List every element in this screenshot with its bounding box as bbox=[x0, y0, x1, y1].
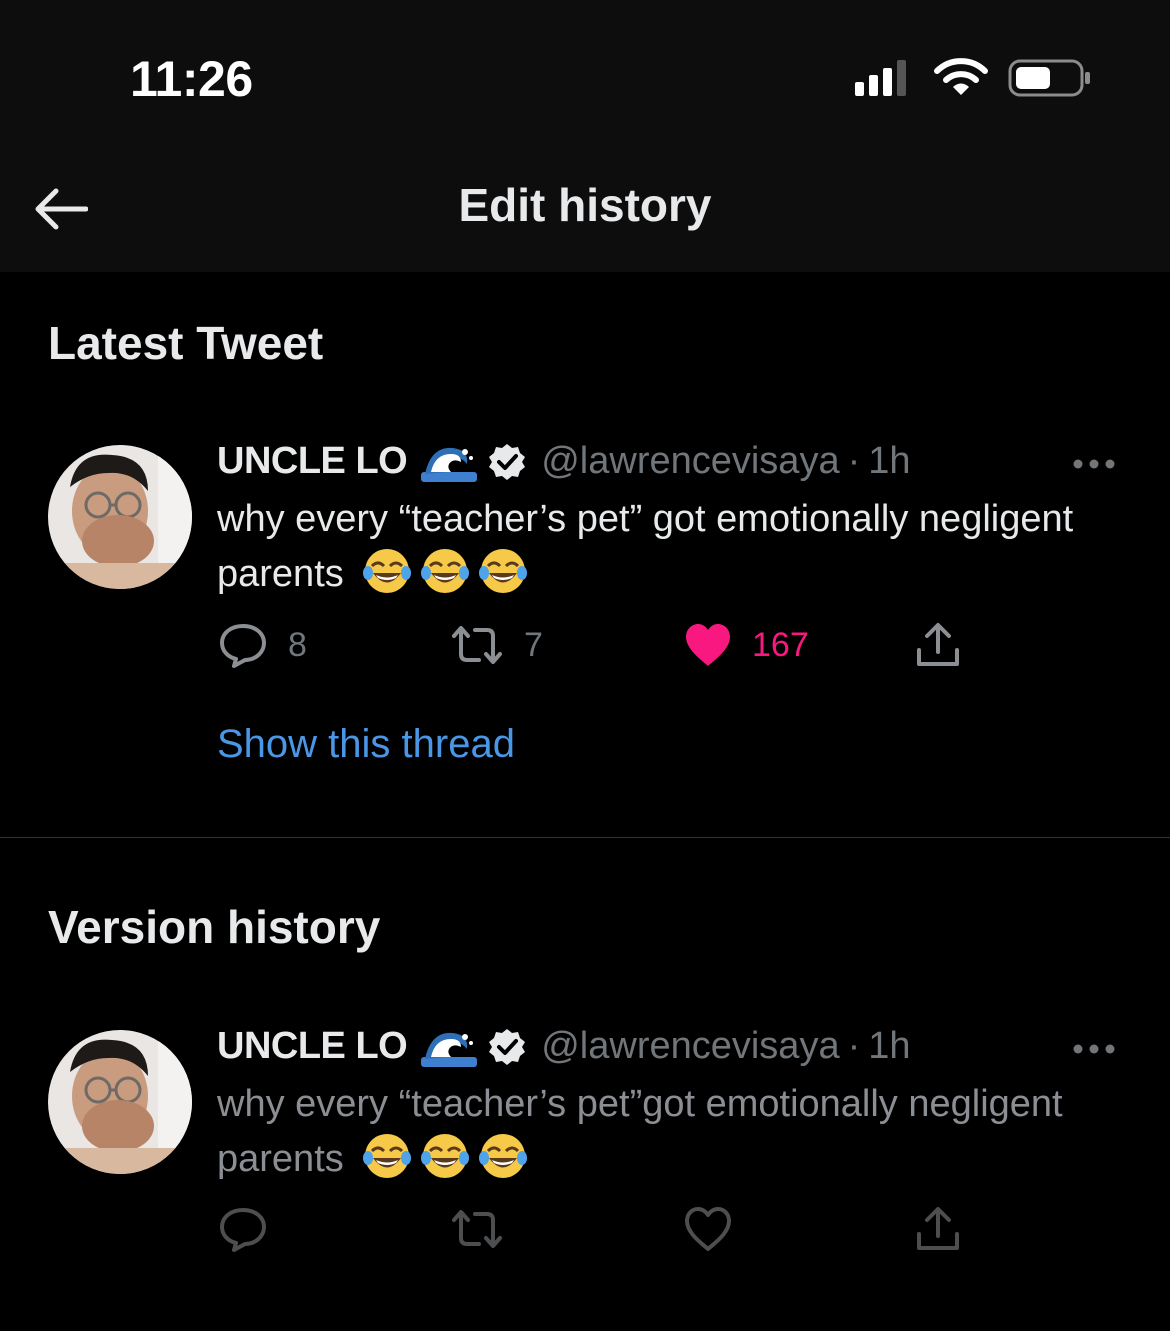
reply-button[interactable]: 8 bbox=[218, 622, 307, 668]
laughing-tears-emoji bbox=[421, 549, 470, 593]
tweet-text-content: why every “teacher’s pet” got emotionall… bbox=[217, 498, 1074, 595]
display-name[interactable]: UNCLE LO bbox=[217, 1025, 408, 1068]
avatar[interactable] bbox=[48, 1030, 192, 1174]
retweet-button[interactable]: 7 bbox=[450, 622, 543, 668]
wave-emoji-icon bbox=[421, 447, 478, 482]
battery-icon bbox=[1008, 59, 1090, 97]
heart-outline-icon bbox=[685, 1207, 731, 1251]
timestamp[interactable]: 1h bbox=[868, 440, 910, 483]
retweet-icon bbox=[452, 1210, 502, 1248]
laughing-tears-emoji bbox=[363, 1134, 412, 1178]
retweet-count: 7 bbox=[524, 625, 543, 664]
avatar-image bbox=[48, 445, 192, 589]
heart-icon bbox=[686, 624, 730, 666]
separator: · bbox=[847, 440, 861, 482]
share-button[interactable] bbox=[914, 622, 962, 668]
verified-badge-icon bbox=[489, 443, 526, 480]
laughing-tears-emoji bbox=[479, 1134, 528, 1178]
tweet-header: UNCLE LO @lawrencevisaya · 1h bbox=[217, 440, 911, 483]
handle[interactable]: @lawrencevisaya bbox=[541, 440, 839, 483]
like-button[interactable]: 167 bbox=[684, 622, 809, 668]
reply-icon bbox=[220, 1208, 266, 1252]
retweet-button[interactable] bbox=[450, 1206, 504, 1252]
like-count: 167 bbox=[752, 625, 809, 664]
more-horizontal-icon[interactable] bbox=[1072, 1043, 1116, 1055]
section-divider bbox=[0, 837, 1170, 838]
avatar-image bbox=[48, 1030, 192, 1174]
tweet-header: UNCLE LO @lawrencevisaya · 1h bbox=[217, 1025, 911, 1068]
reply-count: 8 bbox=[288, 625, 307, 664]
share-icon bbox=[917, 623, 959, 666]
status-time: 11:26 bbox=[130, 51, 253, 107]
version-history-heading: Version history bbox=[48, 901, 381, 953]
tweet-text: why every “teacher’s pet” got emotionall… bbox=[217, 492, 1077, 601]
latest-tweet-heading: Latest Tweet bbox=[48, 317, 324, 369]
more-horizontal-icon[interactable] bbox=[1072, 458, 1116, 470]
reply-button[interactable] bbox=[218, 1206, 268, 1252]
like-button[interactable] bbox=[684, 1206, 732, 1252]
laughing-tears-emoji bbox=[479, 549, 528, 593]
avatar[interactable] bbox=[48, 445, 192, 589]
share-button[interactable] bbox=[914, 1206, 962, 1252]
laughing-tears-emoji bbox=[363, 549, 412, 593]
separator: · bbox=[847, 1025, 861, 1067]
wave-emoji-icon bbox=[421, 1032, 478, 1067]
retweet-icon bbox=[452, 626, 502, 664]
handle[interactable]: @lawrencevisaya bbox=[541, 1025, 839, 1068]
reply-icon bbox=[220, 624, 266, 668]
laughing-tears-emoji bbox=[421, 1134, 470, 1178]
tweet-text-content: why every “teacher’s pet”got emotionally… bbox=[217, 1083, 1063, 1180]
wifi-icon bbox=[934, 58, 988, 95]
verified-badge-icon bbox=[489, 1028, 526, 1065]
timestamp[interactable]: 1h bbox=[868, 1025, 910, 1068]
share-icon bbox=[917, 1207, 959, 1250]
display-name[interactable]: UNCLE LO bbox=[217, 440, 408, 483]
cellular-signal-icon bbox=[855, 60, 906, 96]
page-title: Edit history bbox=[458, 179, 712, 231]
show-thread-link[interactable]: Show this thread bbox=[217, 722, 515, 767]
tweet-text: why every “teacher’s pet”got emotionally… bbox=[217, 1077, 1077, 1186]
